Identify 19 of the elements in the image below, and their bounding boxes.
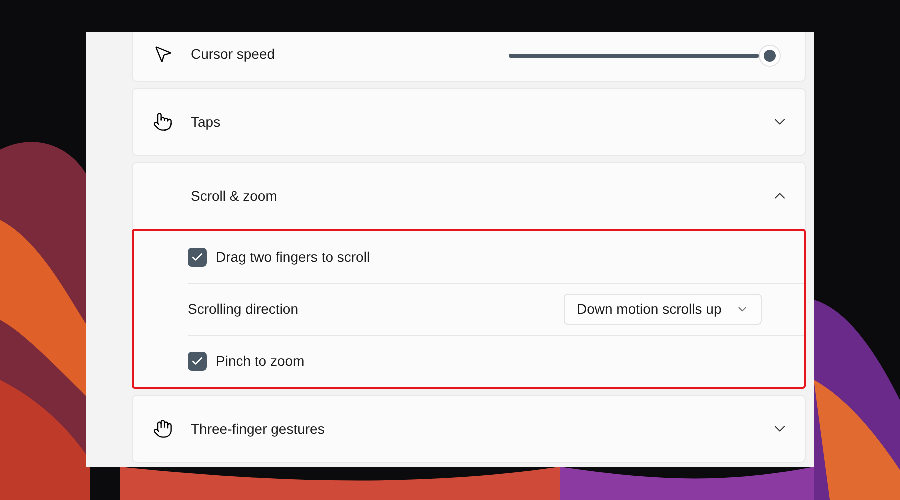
dropdown[interactable]: Down motion scrolls up xyxy=(564,294,762,325)
check-icon xyxy=(191,250,204,264)
setting-label: Taps xyxy=(191,112,221,132)
setting-label: Scrolling direction xyxy=(188,300,298,319)
check-icon xyxy=(191,355,204,368)
checkbox-label: Drag two fingers to scroll xyxy=(216,248,370,267)
expander-header[interactable]: Three-finger gestures xyxy=(133,396,805,462)
setting-label: Cursor speed xyxy=(191,44,276,64)
checkbox[interactable] xyxy=(188,352,207,371)
hand-icon xyxy=(153,419,173,439)
checkbox[interactable] xyxy=(188,248,207,266)
pointer-icon xyxy=(153,44,173,64)
expander-header[interactable]: Scroll & zoom xyxy=(133,163,805,229)
tap-icon xyxy=(153,112,173,132)
slider-thumb[interactable] xyxy=(759,45,781,67)
setting-label: Scroll & zoom xyxy=(191,186,278,206)
expander-header[interactable]: Taps xyxy=(133,89,805,155)
checkbox-label: Pinch to zoom xyxy=(216,352,305,371)
setting-label: Three-finger gestures xyxy=(191,420,325,439)
